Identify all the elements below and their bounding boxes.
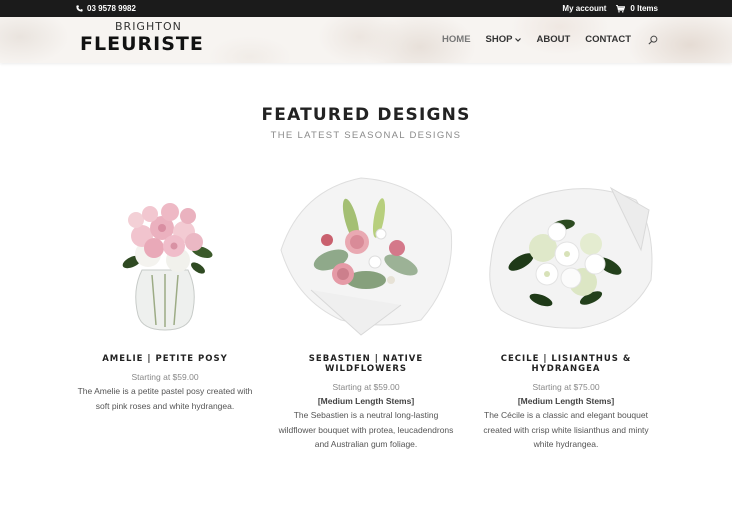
- nav-about[interactable]: ABOUT: [536, 34, 570, 45]
- section-title: FEATURED DESIGNS: [261, 105, 471, 125]
- main-nav: HOME SHOP ABOUT CONTACT: [442, 34, 658, 45]
- phone-number[interactable]: 03 9578 9982: [76, 4, 136, 13]
- nav-shop-label: SHOP: [485, 34, 513, 45]
- product-name[interactable]: CECILE | LISIANTHUS & HYDRANGEA: [471, 354, 661, 374]
- product-card: AMELIE | PETITE POSY Starting at $59.00 …: [70, 170, 260, 413]
- product-name[interactable]: AMELIE | PETITE POSY: [70, 354, 260, 364]
- nav-shop[interactable]: SHOP: [486, 34, 522, 45]
- site-header: BRIGHTON FLEURISTE HOME SHOP ABOUT CONTA…: [0, 17, 732, 63]
- product-stems: [Medium Length Stems]: [517, 396, 615, 406]
- phone-text: 03 9578 9982: [87, 4, 136, 13]
- chevron-down-icon: [515, 37, 522, 42]
- logo-small-text: BRIGHTON: [115, 20, 182, 33]
- product-price: Starting at $59.00: [131, 372, 199, 382]
- product-name[interactable]: SEBASTIEN | NATIVE WILDFLOWERS: [271, 354, 461, 374]
- logo-big-text: FLEURISTE: [80, 33, 204, 55]
- product-stems: [Medium Length Stems]: [317, 396, 415, 406]
- product-image-amelie[interactable]: [70, 170, 260, 340]
- cart-icon: [616, 4, 626, 12]
- my-account-link[interactable]: My account: [562, 4, 606, 13]
- top-bar-right: My account 0 Items: [562, 4, 658, 13]
- product-image-cecile[interactable]: [471, 170, 661, 340]
- product-description: The Cécile is a classic and elegant bouq…: [483, 410, 649, 449]
- product-price: Starting at $59.00: [332, 382, 400, 392]
- section-subtitle: THE LATEST SEASONAL DESIGNS: [270, 130, 462, 141]
- top-bar: 03 9578 9982 My account 0 Items: [0, 0, 732, 17]
- product-card: SEBASTIEN | NATIVE WILDFLOWERS Starting …: [271, 170, 461, 452]
- nav-contact[interactable]: CONTACT: [585, 34, 631, 45]
- nav-home[interactable]: HOME: [442, 34, 471, 45]
- product-description: The Sebastien is a neutral long-lasting …: [278, 410, 454, 449]
- search-icon[interactable]: [648, 35, 658, 45]
- phone-icon: [76, 5, 83, 12]
- product-description: The Amelie is a petite pastel posy creat…: [77, 386, 253, 411]
- product-image-sebastien[interactable]: [271, 170, 461, 340]
- cart-link[interactable]: 0 Items: [616, 4, 658, 13]
- cart-count: 0 Items: [630, 4, 658, 13]
- site-logo[interactable]: BRIGHTON FLEURISTE: [80, 20, 204, 56]
- product-card: CECILE | LISIANTHUS & HYDRANGEA Starting…: [471, 170, 661, 452]
- product-price: Starting at $75.00: [532, 382, 600, 392]
